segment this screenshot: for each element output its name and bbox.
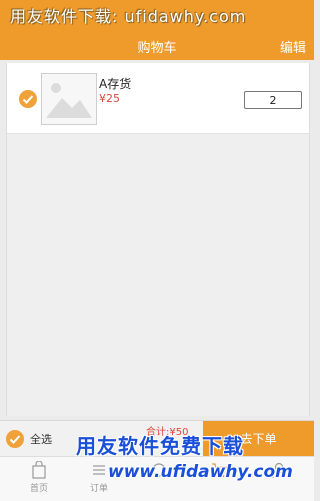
product-thumbnail [41, 73, 97, 125]
watermark-text: www.ufidawhy.com [108, 462, 293, 482]
cart-list: A存货 ¥25 2 [6, 63, 310, 416]
tab-label: 订单 [89, 484, 108, 494]
select-all-label[interactable]: 全选 [30, 431, 52, 447]
item-checkbox[interactable] [19, 90, 37, 108]
checkmark-icon [9, 435, 21, 444]
checkmark-icon [22, 95, 34, 104]
tab-home[interactable]: 首页 [14, 461, 64, 494]
list-icon [93, 465, 105, 475]
home-bag-icon [32, 461, 46, 479]
product-name: A存货 [99, 77, 132, 91]
watermark-text: 用友软件免费下载 [76, 434, 244, 458]
status-bar: 用友软件下载: ufidawhy.com [0, 0, 314, 32]
quantity-field[interactable]: 2 [244, 91, 302, 109]
tab-label: 首页 [29, 484, 48, 494]
image-placeholder-icon [42, 74, 96, 124]
page-title: 购物车 [137, 41, 177, 56]
list-item[interactable]: A存货 ¥25 2 [7, 63, 309, 134]
product-price: ¥25 [99, 92, 120, 105]
nav-bar: 购物车 编辑 [0, 32, 314, 60]
edit-button[interactable]: 编辑 [280, 37, 306, 56]
select-all-checkbox[interactable] [6, 430, 24, 448]
watermark-text: 用友软件下载: ufidawhy.com [10, 7, 247, 26]
